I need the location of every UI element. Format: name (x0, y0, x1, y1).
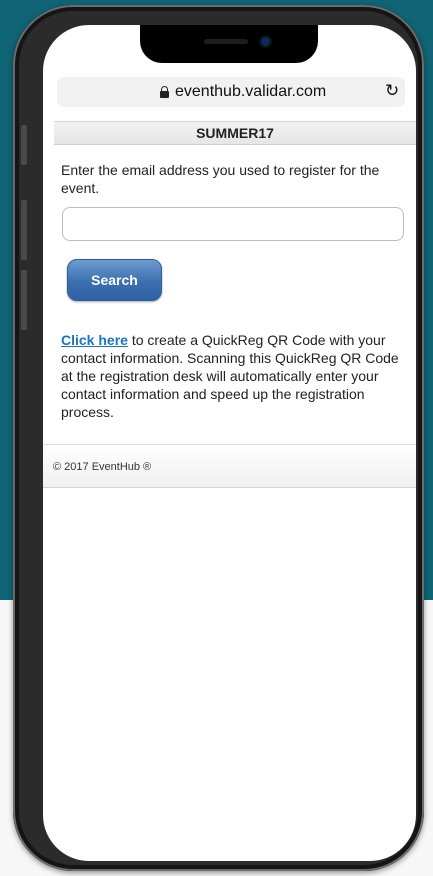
speaker-grille (204, 39, 248, 44)
phone-screen: eventhub.validar.com ↻ SUMMER17 Enter th… (43, 25, 416, 861)
volume-up-button (21, 200, 27, 260)
click-here-link[interactable]: Click here (61, 332, 128, 348)
url-text: eventhub.validar.com (175, 83, 327, 100)
camera-icon (261, 37, 270, 46)
event-code-header: SUMMER17 (54, 121, 416, 145)
mute-switch (21, 125, 27, 165)
search-button[interactable]: Search (67, 259, 162, 301)
volume-down-button (21, 270, 27, 330)
quickreg-info: Click here to create a QuickReg QR Code … (61, 331, 406, 421)
email-field[interactable] (62, 207, 404, 241)
address-bar[interactable]: eventhub.validar.com ↻ (57, 77, 405, 107)
reload-icon[interactable]: ↻ (385, 81, 399, 101)
footer: © 2017 EventHub ® (43, 444, 416, 488)
notch (140, 25, 318, 63)
email-prompt: Enter the email address you used to regi… (61, 162, 380, 196)
lock-icon (160, 86, 169, 98)
phone-frame: eventhub.validar.com ↻ SUMMER17 Enter th… (13, 5, 424, 871)
